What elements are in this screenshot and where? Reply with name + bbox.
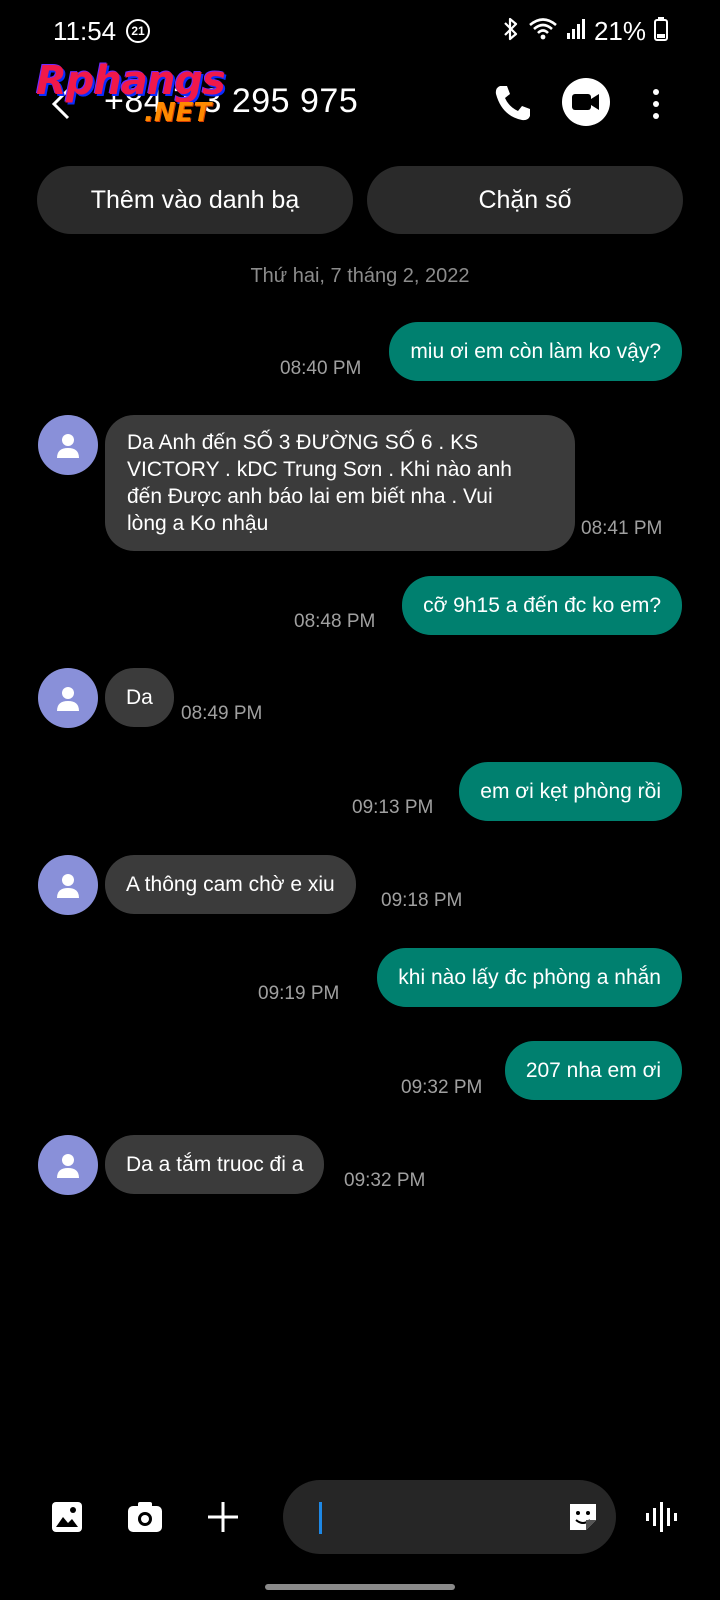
contact-avatar[interactable] bbox=[38, 415, 98, 475]
signal-icon bbox=[566, 18, 586, 45]
phone-icon bbox=[495, 86, 530, 121]
message-timestamp: 09:13 PM bbox=[352, 797, 434, 818]
person-icon bbox=[57, 434, 79, 458]
message-line: VICTORY . kDC Trung Sơn . Khi nào anh bbox=[127, 458, 512, 481]
more-icon bbox=[653, 89, 659, 119]
video-call-icon bbox=[572, 94, 599, 110]
message-line: Da Anh đến SỐ 3 ĐƯỜNG SỐ 6 . KS bbox=[127, 431, 479, 454]
message-bubble-outgoing[interactable]: 207 nha em ơi bbox=[504, 1041, 682, 1100]
add-attachment-button[interactable] bbox=[206, 1500, 240, 1539]
message-timestamp: 08:49 PM bbox=[181, 703, 263, 724]
message-timestamp: 08:48 PM bbox=[294, 611, 376, 632]
person-icon bbox=[57, 1154, 79, 1178]
video-call-button[interactable] bbox=[562, 78, 610, 126]
camera-button[interactable] bbox=[126, 1500, 164, 1539]
voice-button[interactable] bbox=[644, 1498, 682, 1541]
conversation-header: +84 7 3 295 975 Rphangs .NET bbox=[0, 58, 720, 144]
status-bar: 11:54 21 21% bbox=[0, 0, 720, 62]
battery-icon bbox=[654, 17, 668, 46]
person-icon bbox=[57, 874, 79, 898]
sticker-icon bbox=[570, 1504, 596, 1530]
call-button[interactable] bbox=[490, 80, 536, 126]
message-timestamp: 08:40 PM bbox=[280, 358, 362, 379]
message-timestamp: 09:19 PM bbox=[258, 983, 340, 1004]
add-to-contacts-button[interactable]: Thêm vào danh bạ bbox=[37, 166, 353, 234]
status-icons: 21% bbox=[502, 16, 668, 47]
person-icon bbox=[57, 687, 79, 711]
message-bubble-incoming[interactable]: Da Anh đến SỐ 3 ĐƯỜNG SỐ 6 . KS VICTORY … bbox=[105, 415, 575, 551]
message-bubble-outgoing[interactable]: cỡ 9h15 a đến đc ko em? bbox=[402, 576, 682, 635]
contact-avatar[interactable] bbox=[38, 668, 98, 728]
message-bubble-outgoing[interactable]: em ơi kẹt phòng rồi bbox=[459, 762, 682, 821]
message-input[interactable] bbox=[283, 1480, 616, 1554]
message-timestamp: 09:32 PM bbox=[344, 1170, 426, 1191]
message-timestamp: 09:32 PM bbox=[401, 1077, 483, 1098]
battery-level: 21% bbox=[593, 16, 646, 46]
watermark-sub: .NET bbox=[144, 98, 212, 128]
composer-bar bbox=[0, 1480, 720, 1560]
contact-avatar[interactable] bbox=[38, 1135, 98, 1195]
gallery-button[interactable] bbox=[50, 1500, 84, 1539]
message-bubble-incoming[interactable]: A thông cam chờ e xiu bbox=[105, 855, 356, 914]
message-bubble-outgoing[interactable]: khi nào lấy đc phòng a nhắn bbox=[377, 948, 682, 1007]
message-bubble-incoming[interactable]: Da bbox=[105, 668, 174, 727]
home-indicator[interactable] bbox=[265, 1584, 455, 1590]
message-line: đến Được anh báo lai em biết nha . Vui bbox=[127, 485, 493, 508]
message-line: lòng a Ko nhậu bbox=[127, 512, 269, 535]
status-badge: 21 bbox=[126, 19, 150, 43]
status-time: 11:54 bbox=[53, 16, 117, 46]
voice-icon bbox=[646, 1502, 677, 1532]
bluetooth-icon bbox=[502, 16, 520, 47]
more-options-button[interactable] bbox=[644, 82, 668, 126]
sticker-button[interactable] bbox=[566, 1500, 600, 1534]
message-bubble-outgoing[interactable]: miu ơi em còn làm ko vậy? bbox=[389, 322, 682, 381]
block-number-button[interactable]: Chặn số bbox=[367, 166, 683, 234]
wifi-icon bbox=[528, 17, 558, 46]
text-cursor bbox=[319, 1502, 322, 1534]
message-bubble-incoming[interactable]: Da a tắm truoc đi a bbox=[105, 1135, 325, 1194]
gallery-icon bbox=[52, 1502, 82, 1532]
message-timestamp: 09:18 PM bbox=[381, 890, 463, 911]
camera-icon bbox=[128, 1502, 162, 1532]
message-timestamp: 08:41 PM bbox=[581, 518, 663, 539]
contact-avatar[interactable] bbox=[38, 855, 98, 915]
date-separator: Thứ hai, 7 tháng 2, 2022 bbox=[250, 265, 470, 287]
watermark-logo: Rphangs .NET bbox=[36, 58, 226, 128]
add-icon bbox=[208, 1502, 238, 1532]
